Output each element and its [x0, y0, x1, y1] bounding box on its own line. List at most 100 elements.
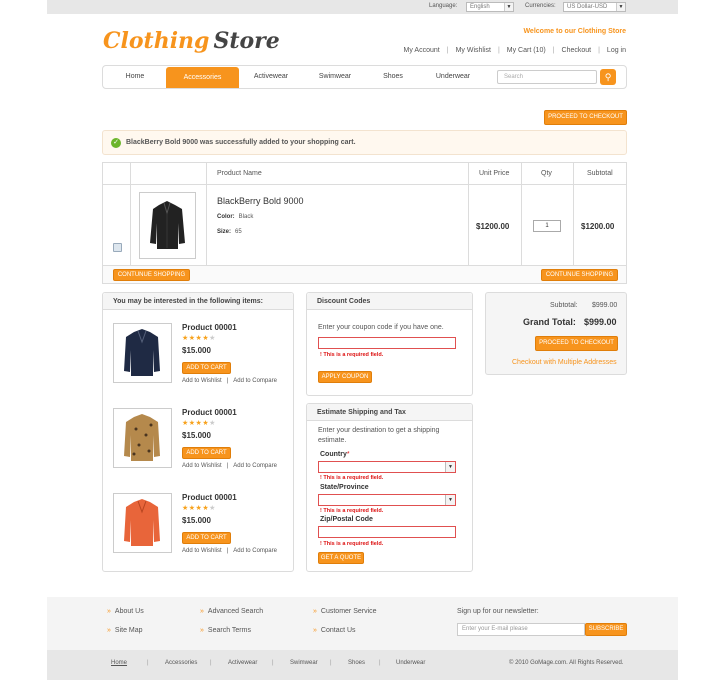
add-to-cart-button-3[interactable]: ADD TO CART — [182, 532, 231, 544]
product-thumbnail-2[interactable] — [113, 408, 172, 468]
nav-item-accessories[interactable]: Accessories — [166, 67, 239, 88]
bottom-link-home[interactable]: Home — [111, 660, 127, 666]
language-select[interactable]: English ▼ — [466, 2, 514, 12]
success-message-box: ✓ BlackBerry Bold 9000 was successfully … — [102, 130, 627, 155]
bottom-link-underwear[interactable]: Underwear — [396, 660, 425, 666]
footer-link-search-terms[interactable]: » Search Terms — [200, 627, 251, 634]
quantity-input[interactable]: 1 — [533, 220, 561, 232]
cart-item-size: Size: 65 — [217, 229, 242, 235]
product-price-3: $15.000 — [182, 516, 211, 525]
product-thumbnail-3[interactable] — [113, 493, 172, 553]
footer-link-about-us[interactable]: » About Us — [107, 608, 144, 615]
product-name-1[interactable]: Product 00001 — [182, 323, 237, 332]
subtotal-label: Subtotal: — [550, 302, 578, 309]
newsletter-label: Sign up for our newsletter: — [457, 608, 539, 615]
my-cart-link[interactable]: My Cart (10) — [507, 47, 546, 54]
proceed-to-checkout-button[interactable]: PROCEED TO CHECKOUT — [535, 336, 618, 351]
add-to-compare-link-1[interactable]: Add to Compare — [233, 378, 277, 384]
chevron-down-icon: ▼ — [445, 495, 455, 505]
subtotal-value: $999.00 — [592, 302, 618, 309]
add-to-compare-link-3[interactable]: Add to Compare — [233, 548, 277, 554]
navy-coat-image — [124, 329, 160, 376]
chevron-right-icon: » — [200, 608, 204, 615]
leopard-coat-image — [124, 414, 160, 461]
star-rating-2: ★★★★★ — [182, 420, 216, 427]
chevron-down-icon: ▼ — [445, 462, 455, 472]
welcome-message: Welcome to our Clothing Store — [523, 28, 626, 35]
proceed-to-checkout-top-button[interactable]: PROCEED TO CHECKOUT — [544, 110, 627, 125]
product-thumbnail-1[interactable] — [113, 323, 172, 383]
cart-item-color: Color: Black — [217, 214, 254, 220]
my-wishlist-link[interactable]: My Wishlist — [456, 47, 491, 54]
state-select[interactable]: ▼ — [318, 494, 456, 506]
footer-link-advanced-search[interactable]: » Advanced Search — [200, 608, 263, 615]
cart-item-name[interactable]: BlackBerry Bold 9000 — [217, 196, 304, 206]
coupon-code-input[interactable] — [318, 337, 456, 349]
bottom-link-swimwear[interactable]: Swimwear — [290, 660, 318, 666]
star-rating-1: ★★★★★ — [182, 335, 216, 342]
country-select[interactable]: ▼ — [318, 461, 456, 473]
product-name-3[interactable]: Product 00001 — [182, 493, 237, 502]
success-message: BlackBerry Bold 9000 was successfully ad… — [126, 139, 356, 146]
bottom-link-activewear[interactable]: Activewear — [228, 660, 257, 666]
checkout-link[interactable]: Checkout — [562, 47, 592, 54]
orange-coat-image — [124, 499, 160, 546]
newsletter-email-input[interactable]: Enter your E-mail please — [457, 623, 585, 636]
nav-item-activewear[interactable]: Activewear — [239, 66, 303, 88]
footer-link-site-map[interactable]: » Site Map — [107, 627, 143, 634]
shipping-title: Estimate Shipping and Tax — [307, 404, 472, 421]
chevron-right-icon: » — [200, 627, 204, 634]
nav-item-home[interactable]: Home — [103, 66, 167, 88]
main-nav: Home Accessories Activewear Swimwear Sho… — [102, 65, 627, 89]
shipping-prompt: Enter your destination to get a shipping… — [318, 427, 440, 444]
header-unit-price: Unit Price — [479, 170, 510, 177]
grand-total-value: $999.00 — [584, 317, 617, 327]
store-logo[interactable]: Clothing Store — [103, 28, 280, 54]
apply-coupon-button[interactable]: APPLY COUPON — [318, 371, 372, 383]
nav-item-underwear[interactable]: Underwear — [419, 66, 487, 88]
coupon-error: ! This is a required field. — [320, 352, 384, 358]
login-link[interactable]: Log in — [607, 47, 626, 54]
footer-link-contact-us[interactable]: » Contact Us — [313, 627, 356, 634]
chevron-right-icon: » — [313, 608, 317, 615]
add-to-wishlist-link-3[interactable]: Add to Wishlist — [182, 548, 222, 554]
get-a-quote-button[interactable]: GET A QUOTE — [318, 552, 364, 564]
star-rating-3: ★★★★★ — [182, 505, 216, 512]
my-account-link[interactable]: My Account — [404, 47, 440, 54]
check-icon: ✓ — [111, 138, 121, 148]
country-label: Country* — [320, 451, 350, 458]
search-button[interactable]: ⚲ — [600, 69, 616, 85]
cart-item-thumbnail[interactable] — [139, 192, 196, 259]
add-to-compare-link-2[interactable]: Add to Compare — [233, 463, 277, 469]
zip-input[interactable] — [318, 526, 456, 538]
add-to-wishlist-link-2[interactable]: Add to Wishlist — [182, 463, 222, 469]
footer-link-customer-service[interactable]: » Customer Service — [313, 608, 377, 615]
chevron-right-icon: » — [107, 608, 111, 615]
continue-shopping-button-right[interactable]: CONTUNUE SHOPPING — [541, 269, 618, 281]
search-icon: ⚲ — [604, 72, 612, 82]
multiple-addresses-link[interactable]: Checkout with Multiple Addresses — [512, 359, 617, 366]
add-to-wishlist-link-1[interactable]: Add to Wishlist — [182, 378, 222, 384]
bottom-link-accessories[interactable]: Accessories — [165, 660, 197, 666]
bottom-link-shoes[interactable]: Shoes — [348, 660, 365, 666]
discount-title: Discount Codes — [307, 293, 472, 310]
product-name-2[interactable]: Product 00001 — [182, 408, 237, 417]
language-label: Language: — [429, 3, 458, 9]
nav-item-shoes[interactable]: Shoes — [367, 66, 419, 88]
nav-item-swimwear[interactable]: Swimwear — [303, 66, 367, 88]
add-to-cart-button-1[interactable]: ADD TO CART — [182, 362, 231, 374]
zip-error: ! This is a required field. — [320, 541, 384, 547]
continue-shopping-button[interactable]: CONTUNUE SHOPPING — [113, 269, 190, 281]
currency-select[interactable]: US Dollar-USD ▼ — [563, 2, 626, 12]
add-to-cart-button-2[interactable]: ADD TO CART — [182, 447, 231, 459]
account-links: My Account | My Wishlist | My Cart (10) | C… — [403, 47, 626, 54]
product-price-1: $15.000 — [182, 346, 211, 355]
cart-item-unit-price: $1200.00 — [476, 222, 510, 231]
state-label: State/Province — [320, 484, 369, 491]
jacket-image — [150, 201, 185, 249]
chevron-down-icon: ▼ — [504, 3, 513, 11]
delete-icon[interactable] — [113, 243, 122, 252]
subscribe-button[interactable]: SUBSCRIBE — [585, 623, 627, 636]
search-input[interactable]: Search — [497, 70, 597, 84]
zip-label: Zip/Postal Code — [320, 516, 373, 523]
